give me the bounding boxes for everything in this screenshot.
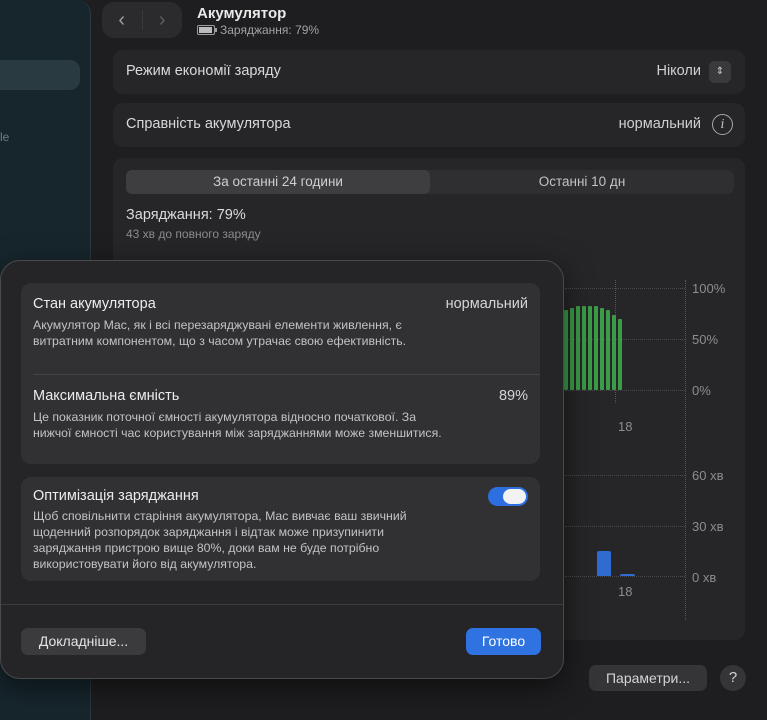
battery-state-value: нормальний: [445, 296, 528, 312]
battery-level-bar: [564, 310, 568, 390]
tab-last-24-hours[interactable]: За останні 24 години: [126, 170, 430, 194]
page-subtitle: Заряджання: 79%: [197, 23, 319, 37]
level-axis-label: 50%: [692, 332, 719, 347]
charging-optimization-group: Оптимізація заряджання Щоб сповільнити с…: [21, 477, 540, 581]
learn-more-button[interactable]: Докладніше...: [21, 628, 146, 655]
sheet-divider: [1, 604, 563, 605]
chevron-right-icon: ›: [158, 8, 166, 31]
time-axis-label: 60 хв: [692, 468, 724, 483]
battery-health-value: нормальний: [618, 116, 701, 132]
screen-usage-bar: [620, 574, 635, 576]
battery-level-bar: [582, 306, 586, 390]
gridline-60: [565, 475, 685, 476]
sidebar-item-label: le: [0, 130, 10, 144]
page-title: Акумулятор: [197, 5, 287, 22]
charge-time-remaining: 43 хв до повного заряду: [126, 227, 261, 241]
low-power-mode-label: Режим економії заряду: [126, 63, 281, 79]
gridline-0: [565, 390, 685, 391]
options-button[interactable]: Параметри...: [589, 665, 707, 691]
battery-level-bar: [594, 306, 598, 390]
max-capacity-title: Максимальна ємність: [33, 388, 180, 404]
optimization-title: Оптимізація заряджання: [33, 488, 199, 504]
battery-level-bar: [606, 310, 610, 390]
low-power-mode-value[interactable]: Ніколи: [656, 63, 701, 79]
battery-health-sheet: Стан акумулятора нормальний Акумулятор M…: [0, 260, 564, 679]
up-down-chevron-icon[interactable]: ⇕: [709, 61, 731, 83]
help-button[interactable]: ?: [720, 665, 746, 691]
battery-level-bar: [576, 306, 580, 390]
battery-status-text: Заряджання: 79%: [220, 23, 320, 37]
level-axis-label: 100%: [692, 281, 726, 296]
toggle-knob: [503, 489, 526, 504]
chart-right-axis-line: [685, 280, 686, 620]
gridline-100: [565, 288, 685, 289]
navigation-buttons: ‹ ›: [102, 2, 182, 38]
forward-button[interactable]: ›: [143, 2, 183, 38]
group-divider: [33, 374, 540, 375]
battery-level-bar: [570, 308, 574, 390]
charge-status-title: Заряджання: 79%: [126, 207, 246, 223]
chevron-left-icon: ‹: [118, 8, 126, 31]
info-icon[interactable]: i: [712, 114, 733, 135]
battery-info-group: Стан акумулятора нормальний Акумулятор M…: [21, 283, 540, 464]
time-axis-label: 30 хв: [692, 519, 724, 534]
x-axis-tick: 18: [618, 584, 633, 599]
screen-usage-bar: [597, 550, 611, 576]
battery-level-bar: [618, 318, 622, 390]
time-range-segmented-control: За останні 24 години Останні 10 дн: [126, 170, 734, 194]
battery-state-description: Акумулятор Mac, як і всі перезаряджувані…: [33, 318, 407, 348]
battery-level-bar: [588, 306, 592, 390]
optimization-description: Щоб сповільнити старіння акумулятора, Ma…: [33, 509, 407, 571]
x-axis-tick: 18: [618, 419, 633, 434]
max-capacity-value: 89%: [498, 388, 528, 404]
battery-health-label: Справність акумулятора: [126, 116, 291, 132]
sidebar-selected-item[interactable]: [0, 60, 80, 90]
battery-level-bar: [612, 314, 616, 390]
back-button[interactable]: ‹: [102, 2, 142, 38]
max-capacity-description: Це показник поточної ємності акумулятора…: [33, 410, 442, 440]
time-axis-label: 0 хв: [692, 570, 717, 585]
done-button[interactable]: Готово: [466, 628, 541, 655]
battery-health-row: Справність акумулятора нормальний i: [113, 103, 745, 147]
battery-state-title: Стан акумулятора: [33, 296, 156, 312]
gridline-0min: [565, 576, 685, 577]
battery-icon: [197, 25, 217, 35]
battery-level-bar: [600, 308, 604, 390]
low-power-mode-row: Режим економії заряду Ніколи ⇕: [113, 50, 745, 94]
tab-last-10-days[interactable]: Останні 10 дн: [430, 170, 734, 194]
level-axis-label: 0%: [692, 383, 711, 398]
optimization-toggle[interactable]: [488, 487, 528, 506]
gridline-30: [565, 526, 685, 527]
